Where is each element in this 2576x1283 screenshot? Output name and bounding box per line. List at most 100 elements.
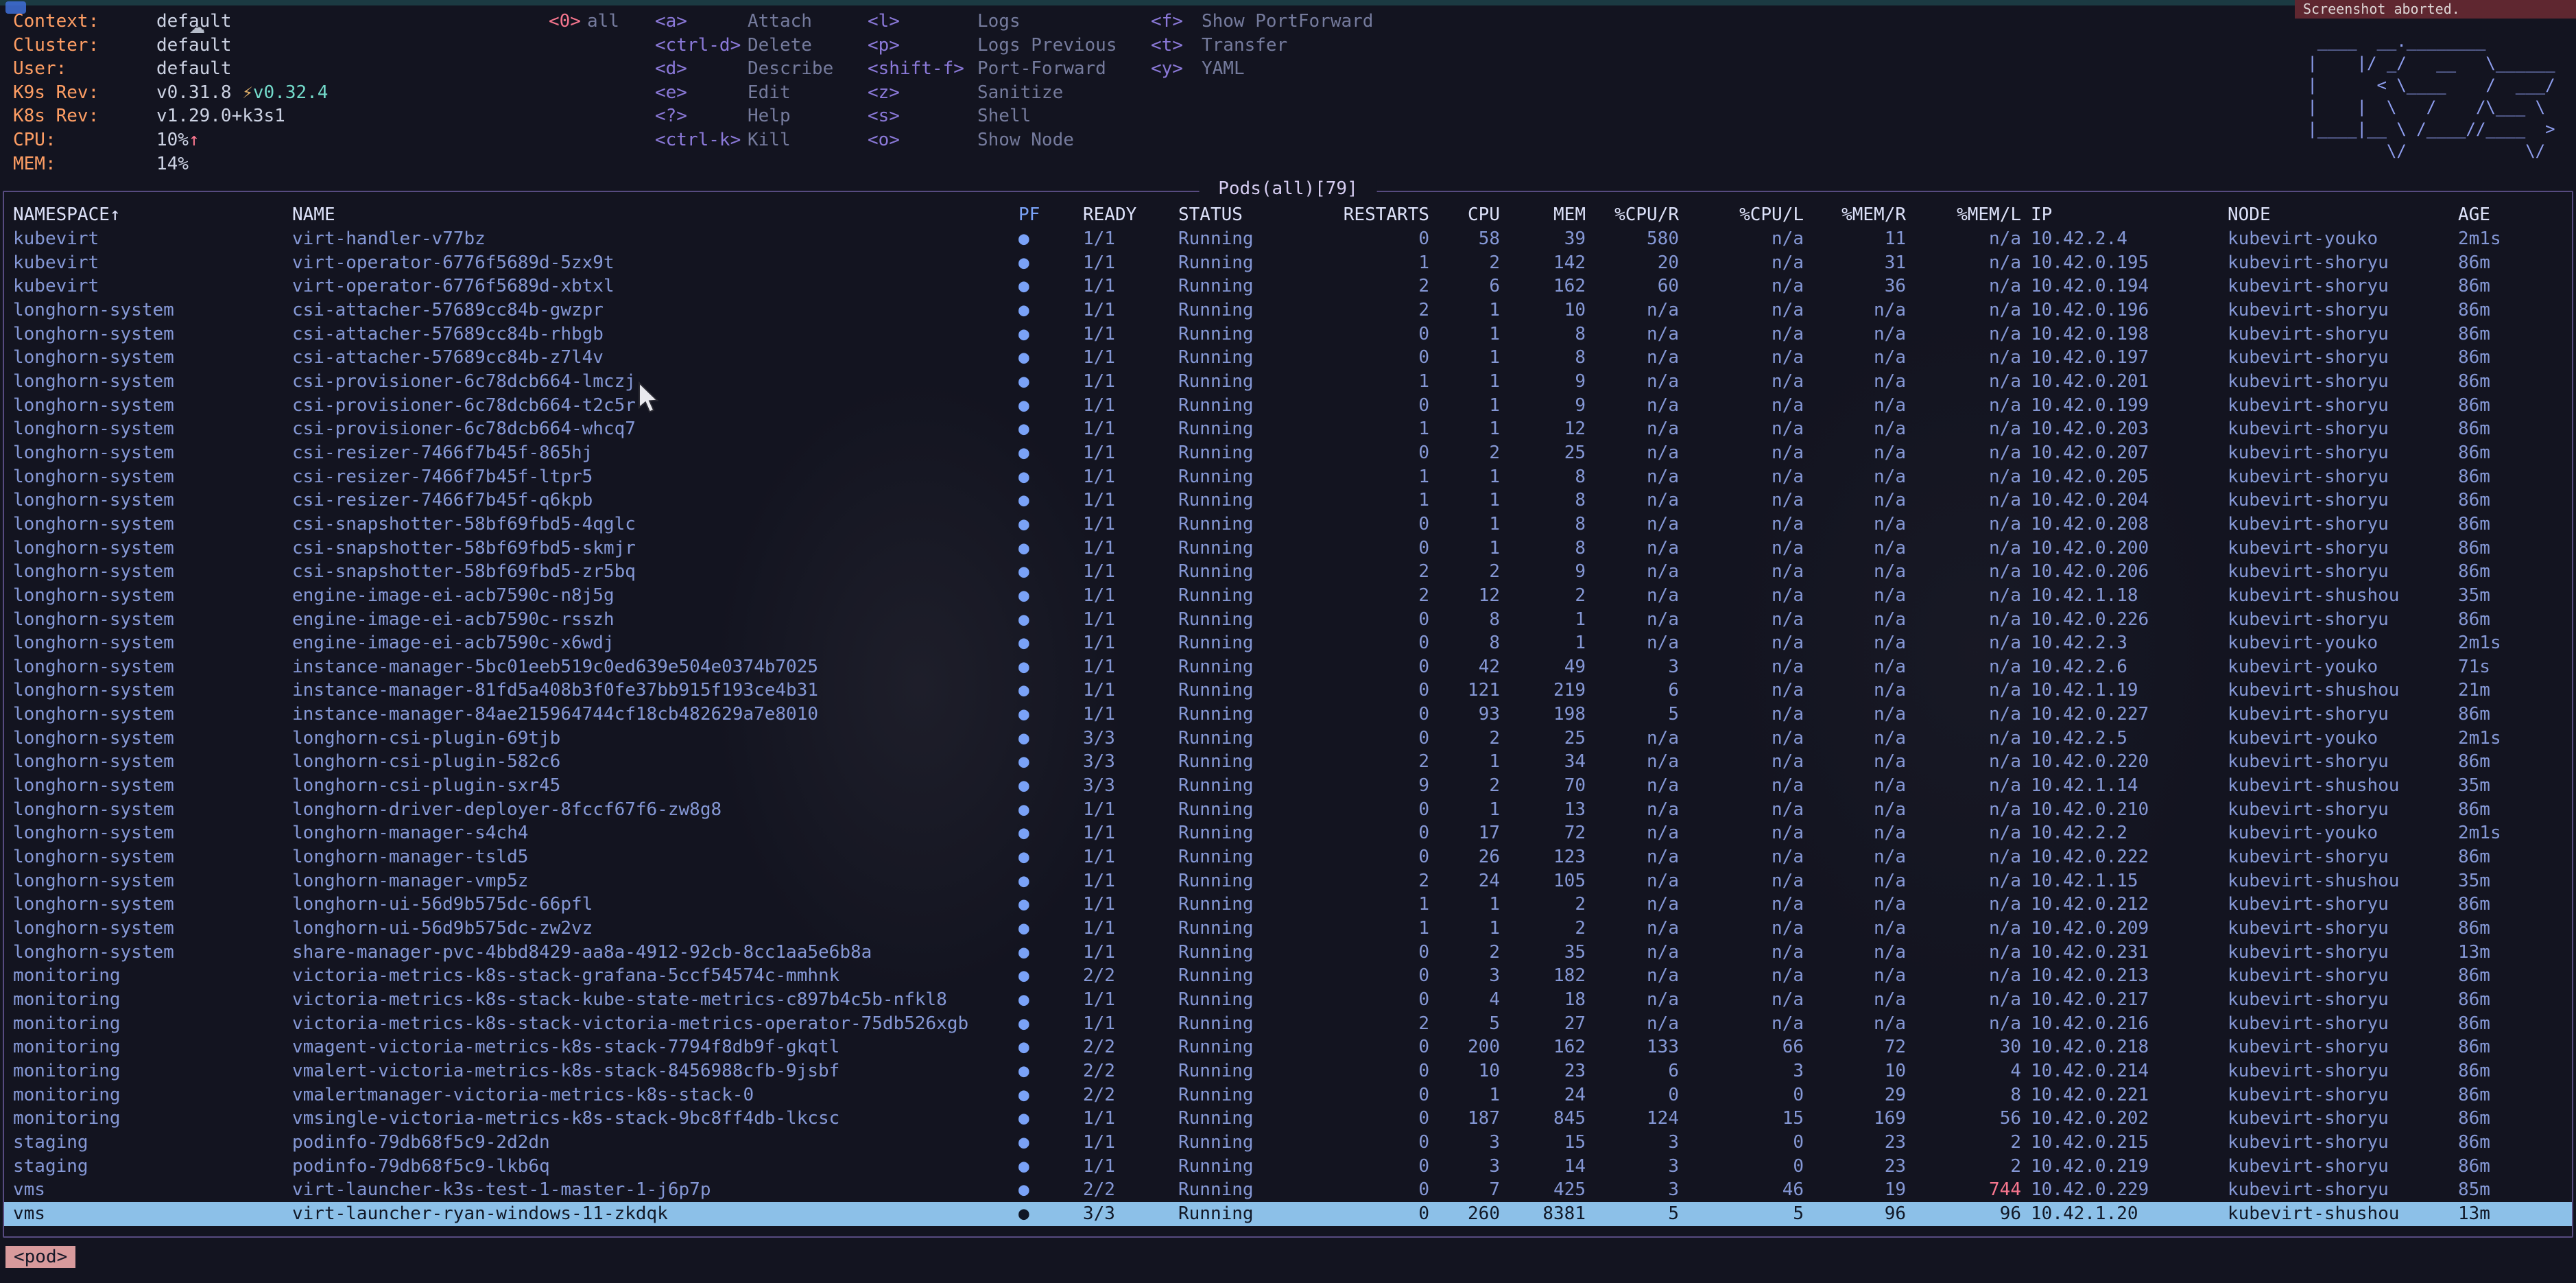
table-row[interactable]: longhorn-systemcsi-snapshotter-58bf69fbd… — [4, 560, 2572, 584]
cell-status: Running — [1178, 417, 1315, 441]
cell-age: 21m — [2458, 679, 2572, 703]
table-row[interactable]: monitoringvictoria-metrics-k8s-stack-vic… — [4, 1012, 2572, 1036]
table-row[interactable]: longhorn-systemlonghorn-ui-56d9b575dc-66… — [4, 893, 2572, 917]
table-row[interactable]: longhorn-systemcsi-resizer-7466f7b45f-lt… — [4, 465, 2572, 489]
menu-item[interactable]: <l>Logs — [868, 10, 1117, 34]
table-row[interactable]: longhorn-systemcsi-attacher-57689cc84b-r… — [4, 322, 2572, 346]
column-header[interactable]: NAME — [292, 203, 1018, 227]
cell-ns: longhorn-system — [13, 727, 292, 751]
column-header[interactable]: PF — [1018, 203, 1083, 227]
column-header[interactable]: NAMESPACE↑ — [13, 203, 292, 227]
table-row[interactable]: kubevirtvirt-operator-6776f5689d-5zx9t●1… — [4, 251, 2572, 275]
cell-mem: 9 — [1500, 560, 1586, 584]
menu-item[interactable]: <p>Logs Previous — [868, 34, 1117, 58]
cell-pf: ● — [1018, 1083, 1083, 1107]
table-row[interactable]: longhorn-systemengine-image-ei-acb7590c-… — [4, 608, 2572, 632]
column-header[interactable]: %MEM/R — [1804, 203, 1906, 227]
table-row[interactable]: kubevirtvirt-operator-6776f5689d-xbtxl●1… — [4, 274, 2572, 298]
table-row[interactable]: stagingpodinfo-79db68f5c9-lkb6q●1/1Runni… — [4, 1155, 2572, 1179]
menu-item[interactable]: <d>Describe — [655, 57, 833, 81]
table-row[interactable]: longhorn-systemengine-image-ei-acb7590c-… — [4, 631, 2572, 655]
menu-item[interactable]: <s>Shell — [868, 104, 1117, 128]
column-header[interactable]: NODE — [2228, 203, 2458, 227]
table-row[interactable]: longhorn-systemcsi-provisioner-6c78dcb66… — [4, 417, 2572, 441]
column-header[interactable]: %CPU/R — [1586, 203, 1679, 227]
table-row[interactable]: monitoringvmalert-victoria-metrics-k8s-s… — [4, 1059, 2572, 1083]
table-row[interactable]: longhorn-systemlonghorn-manager-s4ch4●1/… — [4, 821, 2572, 845]
table-row[interactable]: longhorn-systemlonghorn-driver-deployer-… — [4, 798, 2572, 822]
cell-status: Running — [1178, 465, 1315, 489]
table-row[interactable]: vmsvirt-launcher-k3s-test-1-master-1-j6p… — [4, 1178, 2572, 1202]
cell-pf: ● — [1018, 798, 1083, 822]
column-header[interactable]: AGE — [2458, 203, 2572, 227]
column-header[interactable]: READY — [1083, 203, 1178, 227]
cell-node: kubevirt-shoryu — [2228, 537, 2458, 561]
table-row[interactable]: longhorn-systemcsi-provisioner-6c78dcb66… — [4, 370, 2572, 394]
table-row[interactable]: longhorn-systemshare-manager-pvc-4bbd842… — [4, 941, 2572, 965]
menu-item[interactable]: <t>Transfer — [1151, 34, 1373, 58]
menu-item[interactable]: <y>YAML — [1151, 57, 1373, 81]
table-row[interactable]: longhorn-systemlonghorn-ui-56d9b575dc-zw… — [4, 917, 2572, 941]
column-header[interactable]: CPU — [1429, 203, 1500, 227]
cell-cpu: 1 — [1429, 298, 1500, 322]
table-row[interactable]: longhorn-systeminstance-manager-5bc01eeb… — [4, 655, 2572, 679]
column-header[interactable]: %CPU/L — [1679, 203, 1804, 227]
table-row[interactable]: longhorn-systemcsi-resizer-7466f7b45f-86… — [4, 441, 2572, 465]
table-row[interactable]: longhorn-systeminstance-manager-81fd5a40… — [4, 679, 2572, 703]
menu-item[interactable]: <0>all — [549, 10, 619, 34]
table-row[interactable]: longhorn-systemengine-image-ei-acb7590c-… — [4, 584, 2572, 608]
table-row[interactable]: monitoringvmagent-victoria-metrics-k8s-s… — [4, 1035, 2572, 1059]
table-row[interactable]: longhorn-systemcsi-attacher-57689cc84b-g… — [4, 298, 2572, 322]
menu-label: Logs Previous — [977, 35, 1117, 56]
cell-cpuL: n/a — [1679, 1012, 1804, 1036]
table-row[interactable]: longhorn-systemcsi-resizer-7466f7b45f-q6… — [4, 489, 2572, 513]
cell-age: 86m — [2458, 394, 2572, 418]
table-row[interactable]: longhorn-systemlonghorn-manager-tsld5●1/… — [4, 845, 2572, 869]
cell-age: 86m — [2458, 917, 2572, 941]
table-row[interactable]: stagingpodinfo-79db68f5c9-2d2dn●1/1Runni… — [4, 1131, 2572, 1155]
cell-ns: longhorn-system — [13, 322, 292, 346]
table-row[interactable]: longhorn-systeminstance-manager-84ae2159… — [4, 703, 2572, 727]
column-header[interactable]: IP — [2021, 203, 2228, 227]
table-row[interactable]: longhorn-systemcsi-attacher-57689cc84b-z… — [4, 346, 2572, 370]
cell-pf: ● — [1018, 893, 1083, 917]
table-row[interactable]: longhorn-systemcsi-snapshotter-58bf69fbd… — [4, 513, 2572, 537]
column-header[interactable]: STATUS — [1178, 203, 1315, 227]
table-row[interactable]: kubevirtvirt-handler-v77bz●1/1Running058… — [4, 227, 2572, 251]
table-row[interactable]: vmsvirt-launcher-ryan-windows-11-zkdqk●3… — [4, 1202, 2572, 1226]
menu-item[interactable]: <ctrl-k>Kill — [655, 128, 833, 152]
table-row[interactable]: longhorn-systemlonghorn-csi-plugin-69tjb… — [4, 727, 2572, 751]
breadcrumb-pod[interactable]: <pod> — [5, 1246, 75, 1268]
table-row[interactable]: longhorn-systemlonghorn-csi-plugin-sxr45… — [4, 774, 2572, 798]
cell-memR: n/a — [1804, 417, 1906, 441]
menu-item[interactable]: <f>Show PortForward — [1151, 10, 1373, 34]
menu-item[interactable]: <shift-f>Port-Forward — [868, 57, 1117, 81]
mouse-cursor — [638, 381, 663, 414]
menu-item[interactable]: <?>Help — [655, 104, 833, 128]
cell-node: kubevirt-youko — [2228, 227, 2458, 251]
table-row[interactable]: monitoringvmalertmanager-victoria-metric… — [4, 1083, 2572, 1107]
table-row[interactable]: longhorn-systemcsi-snapshotter-58bf69fbd… — [4, 537, 2572, 561]
table-row[interactable]: monitoringvmsingle-victoria-metrics-k8s-… — [4, 1107, 2572, 1131]
column-header[interactable]: MEM — [1500, 203, 1586, 227]
cell-cpuR: 3 — [1586, 1131, 1679, 1155]
cell-ready: 1/1 — [1083, 322, 1178, 346]
table-row[interactable]: longhorn-systemlonghorn-csi-plugin-582c6… — [4, 750, 2572, 774]
table-row[interactable]: longhorn-systemlonghorn-manager-vmp5z●1/… — [4, 869, 2572, 893]
menu-item[interactable]: <e>Edit — [655, 81, 833, 105]
menu-label: Transfer — [1202, 35, 1287, 56]
column-header[interactable]: %MEM/L — [1906, 203, 2021, 227]
menu-item[interactable]: <o>Show Node — [868, 128, 1117, 152]
cell-mem: 10 — [1500, 298, 1586, 322]
table-row[interactable]: longhorn-systemcsi-provisioner-6c78dcb66… — [4, 394, 2572, 418]
table-row[interactable]: monitoringvictoria-metrics-k8s-stack-kub… — [4, 988, 2572, 1012]
cell-cpu: 58 — [1429, 227, 1500, 251]
menu-item[interactable]: <ctrl-d>Delete — [655, 34, 833, 58]
table-row[interactable]: monitoringvictoria-metrics-k8s-stack-gra… — [4, 964, 2572, 988]
cell-pf: ● — [1018, 1012, 1083, 1036]
column-header[interactable]: RESTARTS — [1315, 203, 1429, 227]
cell-memR: 72 — [1804, 1035, 1906, 1059]
menu-item[interactable]: <z>Sanitize — [868, 81, 1117, 105]
menu-item[interactable]: <a>Attach — [655, 10, 833, 34]
cell-status: Running — [1178, 869, 1315, 893]
